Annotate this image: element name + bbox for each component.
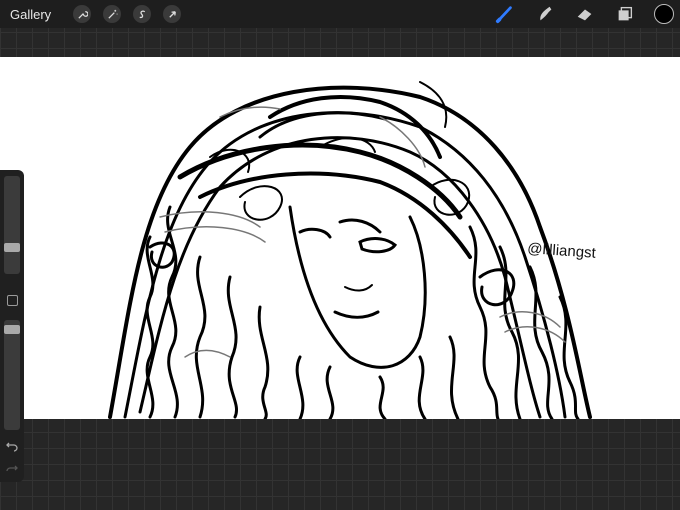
wrench-icon[interactable] xyxy=(73,5,92,23)
artist-signature: @lilliangst xyxy=(527,240,597,262)
gallery-button[interactable]: Gallery xyxy=(10,7,51,22)
redo-icon[interactable] xyxy=(5,462,19,476)
brush-icon[interactable] xyxy=(494,3,516,25)
top-toolbar: Gallery xyxy=(0,0,680,28)
eraser-icon[interactable] xyxy=(574,3,596,25)
arrow-cursor-icon[interactable] xyxy=(163,5,182,23)
color-picker-button[interactable] xyxy=(654,4,674,24)
undo-icon[interactable] xyxy=(5,439,19,453)
square-icon[interactable] xyxy=(7,295,18,306)
sketch-artwork: @lilliangst xyxy=(108,81,597,419)
opacity-slider[interactable] xyxy=(4,320,20,430)
brush-size-slider[interactable] xyxy=(4,176,20,274)
magic-wand-icon[interactable] xyxy=(103,5,122,23)
brush-size-thumb[interactable] xyxy=(4,242,20,252)
opacity-thumb[interactable] xyxy=(4,325,20,335)
layers-icon[interactable] xyxy=(614,3,636,25)
smudge-icon[interactable] xyxy=(534,3,556,25)
left-sidebar xyxy=(0,170,24,482)
drawing-canvas[interactable]: @lilliangst xyxy=(0,57,680,419)
selection-s-icon[interactable] xyxy=(133,5,152,23)
